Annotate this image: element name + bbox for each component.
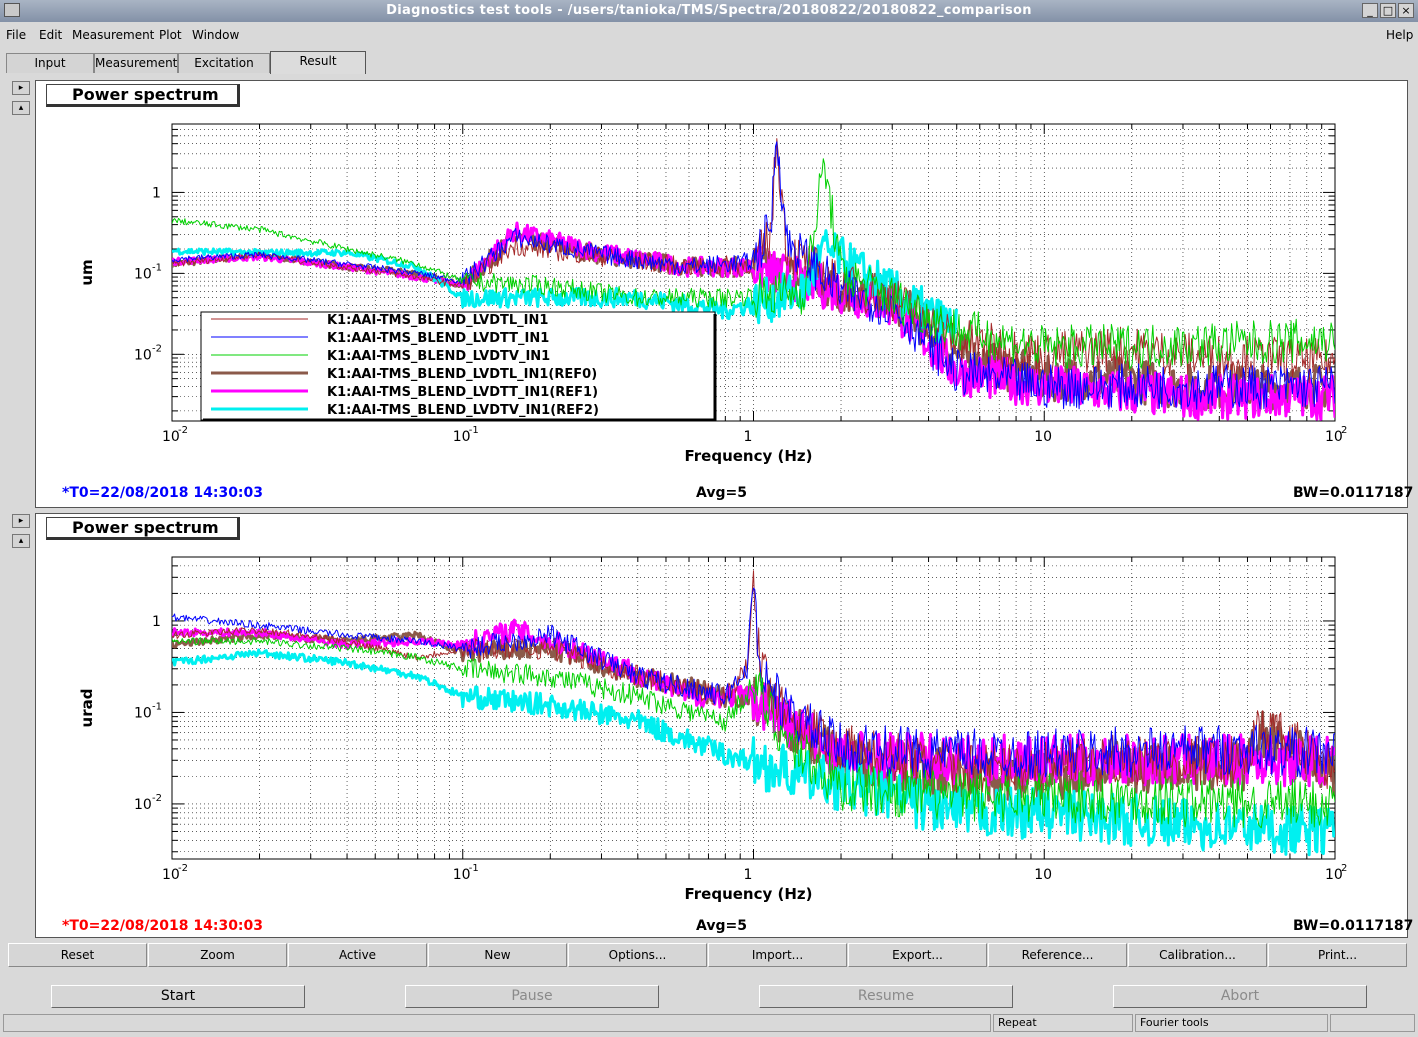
menu-file[interactable]: File [6,28,26,42]
t0-label: *T0=22/08/2018 14:30:03 [62,485,264,501]
start-button[interactable]: Start [51,985,305,1008]
x-tick-exponent: 2 [1341,425,1347,436]
window-title: Diagnostics test tools - /users/tanioka/… [386,3,1032,18]
close-icon[interactable]: × [1398,3,1414,18]
y-axis-label: um [78,259,96,285]
plot-panel-top[interactable]: 10 -2 10 -1 1 10 10 2 1 10 -1 10 -2 Frequency (Hz) um K… [35,80,1413,508]
x-tick-exponent: -1 [469,425,479,436]
expand-arrow-icon[interactable]: ▸ [12,514,30,528]
abort-button[interactable]: Abort [1113,985,1367,1008]
reference-button[interactable]: Reference... [988,943,1127,967]
calibration-button[interactable]: Calibration... [1128,943,1267,967]
menu-measurement[interactable]: Measurement [72,28,154,42]
collapse-arrow-icon[interactable]: ▴ [12,101,30,115]
print-button[interactable]: Print... [1268,943,1407,967]
legend: K1:AAI-TMS_BLEND_LVDTL_IN1 K1:AAI-TMS_BLE… [200,311,717,422]
y-tick-label: 10 [134,347,152,363]
status-field-extra [1330,1014,1415,1032]
y-tick-label: 10 [134,705,152,721]
plot-title: Power spectrum [46,517,240,540]
bw-label: BW=0.0117187 [1293,918,1414,934]
bw-label: BW=0.0117187 [1293,485,1414,501]
zoom-button[interactable]: Zoom [148,943,287,967]
tab-measurement[interactable]: Measurement [94,53,178,73]
new-button[interactable]: New [428,943,567,967]
import-button[interactable]: Import... [708,943,847,967]
x-axis-label: Frequency (Hz) [684,885,812,903]
expand-arrow-icon[interactable]: ▸ [12,81,30,95]
menu-help[interactable]: Help [1386,28,1413,42]
y-tick-exponent: -1 [152,262,162,273]
legend-entry: K1:AAI-TMS_BLEND_LVDTT_IN1 [327,331,549,346]
y-tick-exponent: -2 [152,793,162,804]
y-tick-exponent: -1 [152,701,162,712]
plot-toolbar: Reset Zoom Active New Options... Import.… [8,943,1408,967]
x-axis-label: Frequency (Hz) [684,447,812,465]
y-axis-label: urad [78,689,96,728]
x-tick-label: 10 [1034,867,1052,883]
reset-button[interactable]: Reset [8,943,147,967]
status-repeat: Repeat [993,1014,1133,1032]
resume-button[interactable]: Resume [759,985,1013,1008]
status-field-main [3,1014,991,1032]
spectrum-chart-bottom[interactable]: 10-2 10-1 1 10 102110 -110 -2Frequency (Hz)ura… [36,514,1407,937]
x-tick-label: 1 [744,867,753,883]
legend-entry: K1:AAI-TMS_BLEND_LVDTT_IN1(REF1) [327,385,598,400]
legend-entry: K1:AAI-TMS_BLEND_LVDTV_IN1 [327,349,550,364]
legend-entry: K1:AAI-TMS_BLEND_LVDTL_IN1 [327,313,548,328]
menu-plot[interactable]: Plot [159,28,182,42]
menu-window[interactable]: Window [192,28,239,42]
tab-result[interactable]: Result [270,51,366,74]
x-tick-exponent: -2 [178,425,188,436]
title-bar: Diagnostics test tools - /users/tanioka/… [0,0,1418,22]
y-tick-label: 1 [152,614,161,630]
tab-input[interactable]: Input [6,53,94,73]
pause-button[interactable]: Pause [405,985,659,1008]
x-tick-exponent: 2 [1341,863,1347,874]
menu-bar: File Edit Measurement Plot Window Help [0,24,1418,46]
y-tick-label: 10 [134,266,152,282]
x-tick-exponent: -1 [469,863,479,874]
y-tick-label: 10 [134,797,152,813]
plot-title: Power spectrum [46,84,240,107]
avg-label: Avg=5 [696,485,747,501]
legend-entry: K1:AAI-TMS_BLEND_LVDTV_IN1(REF2) [327,403,599,418]
tab-excitation[interactable]: Excitation [178,53,270,73]
status-fourier-tools: Fourier tools [1135,1014,1328,1032]
collapse-arrow-icon[interactable]: ▴ [12,534,30,548]
legend-entry: K1:AAI-TMS_BLEND_LVDTL_IN1(REF0) [327,367,597,382]
active-button[interactable]: Active [288,943,427,967]
menu-edit[interactable]: Edit [39,28,62,42]
x-tick-label: 10 [1034,429,1052,445]
t0-label: *T0=22/08/2018 14:30:03 [62,918,264,934]
spectrum-chart-top[interactable]: 10-2 10-1 1 10 102110 -110 -2Frequency (Hz)umK… [36,81,1407,507]
options-button[interactable]: Options... [568,943,707,967]
y-tick-label: 1 [152,185,161,201]
x-tick-exponent: -2 [178,863,188,874]
maximize-icon[interactable]: □ [1380,3,1396,18]
minimize-icon[interactable]: _ [1362,3,1378,18]
avg-label: Avg=5 [696,918,747,934]
export-button[interactable]: Export... [848,943,987,967]
x-tick-label: 1 [744,429,753,445]
plot-panel-bottom[interactable]: 10 -2 10 -1 1 10 10 2 1 10 -1 10 -2 Frequency (Hz) ura… [35,513,1413,938]
y-tick-exponent: -2 [152,343,162,354]
